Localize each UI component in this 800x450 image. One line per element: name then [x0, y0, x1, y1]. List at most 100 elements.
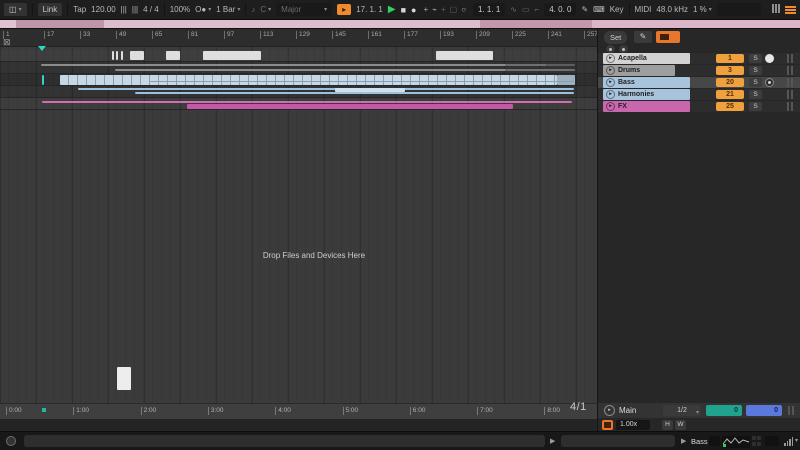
- midi-map-button[interactable]: MIDI: [635, 5, 652, 14]
- optimize-width-button[interactable]: W: [675, 420, 686, 430]
- tool-icon[interactable]: ▢: [450, 5, 458, 14]
- expand-arrow-icon[interactable]: ▶: [550, 437, 555, 445]
- scale-root-selector[interactable]: C ▾: [260, 5, 271, 14]
- track-title[interactable]: ▸ Acapella: [603, 53, 690, 64]
- loop-start-display[interactable]: 1. 1. 1: [473, 3, 505, 16]
- solo-button[interactable]: S: [749, 102, 762, 111]
- solo-button[interactable]: S: [749, 78, 762, 87]
- map-number-badge[interactable]: 21: [716, 90, 744, 99]
- track-title[interactable]: ▸ Bass: [603, 77, 690, 88]
- map-number-badge[interactable]: 25: [716, 102, 744, 111]
- arm-button[interactable]: [765, 54, 774, 63]
- map-number-badge[interactable]: 3: [716, 66, 744, 75]
- loop-switch-icon[interactable]: ▭: [522, 5, 530, 14]
- clip[interactable]: [506, 69, 575, 71]
- clip[interactable]: [78, 88, 574, 90]
- track-title[interactable]: ▸ Harmonies: [603, 89, 690, 100]
- pan-field[interactable]: 0: [706, 405, 742, 416]
- clip[interactable]: [547, 64, 575, 66]
- play-button[interactable]: ▶: [388, 4, 396, 15]
- empty-track-area[interactable]: Drop Files and Devices Here: [0, 110, 597, 403]
- quantize-selector[interactable]: 1 Bar ▾: [216, 5, 240, 14]
- computer-midi-keyboard-icon[interactable]: ⌨: [593, 5, 605, 14]
- clip-waveform-preview[interactable]: [722, 436, 750, 448]
- punch-icon[interactable]: ⌐: [535, 5, 540, 14]
- clip[interactable]: [42, 75, 44, 85]
- prev-locator-button[interactable]: [606, 45, 615, 53]
- view-menu-button[interactable]: ◫ ▾: [4, 3, 27, 16]
- volume-field[interactable]: 0: [746, 405, 782, 416]
- clip[interactable]: [135, 92, 574, 94]
- clip[interactable]: [41, 64, 506, 66]
- track-header-drums[interactable]: ▸ Drums 3 S: [598, 65, 800, 76]
- arrangement-overview[interactable]: [0, 20, 800, 29]
- tempo-field[interactable]: 120.00: [91, 5, 115, 14]
- clip[interactable]: [60, 75, 557, 85]
- main-track-header[interactable]: ▸ Main 1/2 ▾ 0 0: [598, 403, 800, 418]
- tap-tempo-button[interactable]: Tap: [73, 5, 86, 14]
- arrangement-position-display[interactable]: 17. 1. 1: [356, 5, 383, 14]
- map-number-badge[interactable]: 1: [716, 54, 744, 63]
- track-header-harmonies[interactable]: ▸ Harmonies 21 S: [598, 89, 800, 100]
- clip[interactable]: [42, 101, 572, 103]
- track-title[interactable]: ▸ FX: [603, 101, 690, 112]
- clip-color-box[interactable]: [709, 436, 720, 446]
- grid-interval-selector[interactable]: 1/2 ▾: [663, 405, 701, 416]
- scale-name-selector[interactable]: Major ▾: [276, 3, 332, 16]
- stop-button[interactable]: ■: [401, 5, 406, 15]
- record-button[interactable]: ●: [411, 5, 416, 15]
- clip-value-box[interactable]: [765, 436, 779, 446]
- clip[interactable]: [506, 64, 547, 66]
- groove-selector[interactable]: O● ▾: [195, 5, 211, 14]
- fade-tool-icon[interactable]: ∿: [510, 5, 517, 14]
- track-header-fx[interactable]: ▸ FX 25 S: [598, 101, 800, 112]
- track-lanes[interactable]: [0, 50, 597, 110]
- clip[interactable]: [557, 75, 575, 85]
- clip[interactable]: [121, 51, 123, 60]
- arm-button[interactable]: [765, 78, 774, 87]
- draw-mode-icon[interactable]: ✎: [581, 5, 588, 14]
- tool-icon[interactable]: +: [441, 5, 446, 14]
- clip[interactable]: [116, 51, 118, 60]
- track-header-bass[interactable]: ▸ Bass 20 S: [598, 77, 800, 88]
- clip[interactable]: [130, 51, 144, 60]
- menu-icon[interactable]: [785, 5, 796, 15]
- bar-ruler[interactable]: 1173349658197113129145161177193209225241…: [0, 29, 597, 47]
- follow-button[interactable]: ▸: [337, 4, 351, 15]
- clip-arrow-icon[interactable]: ▶: [681, 437, 686, 445]
- solo-button[interactable]: S: [749, 66, 762, 75]
- clip[interactable]: [203, 51, 261, 60]
- key-map-button[interactable]: Key: [610, 5, 624, 14]
- nudge-down-button[interactable]: |||: [121, 5, 127, 14]
- map-number-badge[interactable]: 20: [716, 78, 744, 87]
- track-title[interactable]: ▸ Drums: [603, 65, 675, 76]
- clip[interactable]: [436, 51, 493, 60]
- set-locator-button[interactable]: Set: [604, 31, 627, 44]
- groove-amount-field[interactable]: 100%: [170, 5, 190, 14]
- info-icon[interactable]: [6, 436, 16, 446]
- back-to-arrangement-button[interactable]: [602, 420, 613, 430]
- cpu-load-selector[interactable]: 1 % ▾: [693, 5, 712, 14]
- draw-mode-button[interactable]: ✎: [634, 31, 652, 43]
- tool-icon[interactable]: ⌁: [432, 5, 437, 14]
- time-ruler[interactable]: 0:001:002:003:004:005:006:007:008:00: [0, 403, 597, 419]
- loop-length-display[interactable]: 4. 0. 0: [544, 3, 576, 16]
- status-field-left[interactable]: [24, 435, 545, 447]
- next-locator-button[interactable]: [619, 45, 628, 53]
- automation-overdub-button[interactable]: [656, 31, 680, 43]
- clip[interactable]: [150, 81, 574, 82]
- clip[interactable]: [166, 51, 180, 60]
- solo-button[interactable]: S: [749, 54, 762, 63]
- chevron-down-icon[interactable]: ▾: [795, 437, 798, 444]
- arrangement-area[interactable]: 1173349658197113129145161177193209225241…: [0, 29, 597, 419]
- track-header-acapella[interactable]: ▸ Acapella 1 S: [598, 53, 800, 64]
- lane-acapella[interactable]: [0, 50, 597, 62]
- time-signature-field[interactable]: 4 / 4: [143, 5, 159, 14]
- optimize-height-button[interactable]: H: [662, 420, 673, 430]
- link-button[interactable]: Link: [38, 3, 63, 16]
- playback-speed-field[interactable]: 1.00x: [616, 420, 650, 430]
- output-meter-icon[interactable]: [784, 437, 794, 446]
- dragged-clip[interactable]: [117, 367, 131, 390]
- clip[interactable]: [112, 51, 114, 60]
- clip[interactable]: [335, 88, 405, 92]
